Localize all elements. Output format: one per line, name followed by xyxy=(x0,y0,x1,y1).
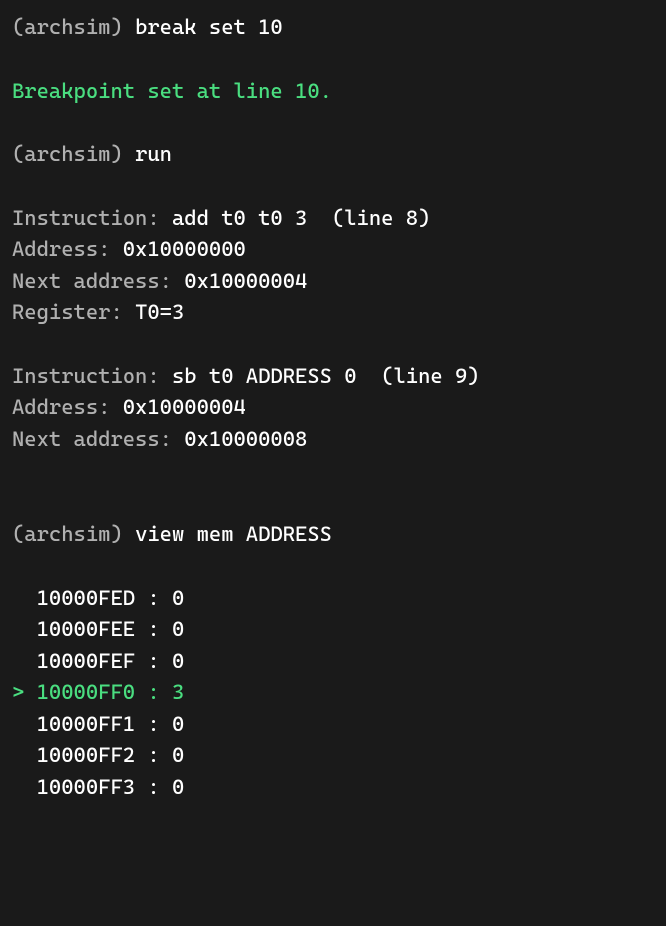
memory-sep: : xyxy=(135,712,172,736)
memory-marker xyxy=(12,649,37,673)
memory-address: 10000FF0 xyxy=(37,680,135,704)
register-label: Register: xyxy=(12,300,123,324)
address-value: 0x10000004 xyxy=(123,395,246,419)
memory-sep: : xyxy=(135,586,172,610)
memory-marker xyxy=(12,743,37,767)
memory-address: 10000FF1 xyxy=(37,712,135,736)
command-input: break set 10 xyxy=(135,15,283,39)
register-value: T0=3 xyxy=(135,300,184,324)
next-address-value: 0x10000008 xyxy=(184,427,307,451)
prompt-label: (archsim) xyxy=(12,15,123,39)
memory-row: 10000FEF : 0 xyxy=(12,646,654,678)
memory-value: 0 xyxy=(172,775,184,799)
memory-row: 10000FF1 : 0 xyxy=(12,709,654,741)
memory-row: 10000FF3 : 0 xyxy=(12,772,654,804)
memory-sep: : xyxy=(135,680,172,704)
memory-address: 10000FEE xyxy=(37,617,135,641)
memory-address: 10000FF2 xyxy=(37,743,135,767)
address-label: Address: xyxy=(12,395,110,419)
memory-value: 0 xyxy=(172,586,184,610)
memory-value: 0 xyxy=(172,712,184,736)
address-label: Address: xyxy=(12,237,110,261)
memory-sep: : xyxy=(135,775,172,799)
prompt-line-2[interactable]: (archsim) run xyxy=(12,139,654,171)
breakpoint-message: Breakpoint set at line 10. xyxy=(12,76,654,108)
memory-marker xyxy=(12,712,37,736)
prompt-line-3[interactable]: (archsim) view mem ADDRESS xyxy=(12,519,654,551)
prompt-line-1[interactable]: (archsim) break set 10 xyxy=(12,12,654,44)
memory-row: 10000FF2 : 0 xyxy=(12,740,654,772)
memory-marker xyxy=(12,775,37,799)
memory-marker xyxy=(12,586,37,610)
command-input: run xyxy=(135,142,172,166)
memory-table: 10000FED : 0 10000FEE : 0 10000FEF : 0> … xyxy=(12,583,654,804)
memory-marker: > xyxy=(12,680,37,704)
memory-sep: : xyxy=(135,649,172,673)
instruction-block-2: Instruction: sb t0 ADDRESS 0 (line 9) Ad… xyxy=(12,361,654,456)
instruction-text: add t0 t0 3 (line 8) xyxy=(172,206,430,230)
memory-marker xyxy=(12,617,37,641)
next-address-label: Next address: xyxy=(12,427,172,451)
terminal-output: (archsim) break set 10 Breakpoint set at… xyxy=(12,12,654,803)
memory-address: 10000FED xyxy=(37,586,135,610)
memory-sep: : xyxy=(135,743,172,767)
memory-address: 10000FF3 xyxy=(37,775,135,799)
memory-value: 0 xyxy=(172,617,184,641)
command-input: view mem ADDRESS xyxy=(135,522,332,546)
memory-address: 10000FEF xyxy=(37,649,135,673)
memory-value: 0 xyxy=(172,743,184,767)
instruction-block-1: Instruction: add t0 t0 3 (line 8) Addres… xyxy=(12,203,654,329)
memory-value: 0 xyxy=(172,649,184,673)
instruction-text: sb t0 ADDRESS 0 (line 9) xyxy=(172,364,480,388)
instruction-label: Instruction: xyxy=(12,364,160,388)
memory-row: > 10000FF0 : 3 xyxy=(12,677,654,709)
memory-row: 10000FEE : 0 xyxy=(12,614,654,646)
prompt-label: (archsim) xyxy=(12,522,123,546)
memory-sep: : xyxy=(135,617,172,641)
prompt-label: (archsim) xyxy=(12,142,123,166)
address-value: 0x10000000 xyxy=(123,237,246,261)
memory-value: 3 xyxy=(172,680,184,704)
next-address-label: Next address: xyxy=(12,269,172,293)
next-address-value: 0x10000004 xyxy=(184,269,307,293)
memory-row: 10000FED : 0 xyxy=(12,583,654,615)
instruction-label: Instruction: xyxy=(12,206,160,230)
